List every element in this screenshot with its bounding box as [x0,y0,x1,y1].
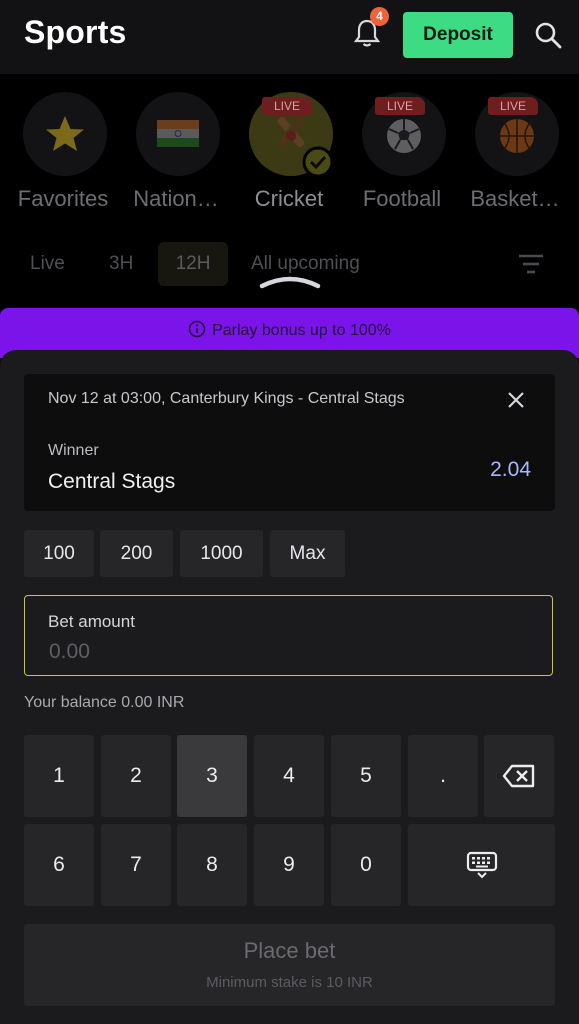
balance-text: Your balance 0.00 INR [24,694,185,711]
key-1[interactable]: 1 [24,735,94,817]
backspace-key[interactable] [484,735,554,817]
bet-amount-placeholder: 0.00 [49,640,90,663]
key-2[interactable]: 2 [101,735,171,817]
bet-amount-label: Bet amount [48,612,135,631]
match-title: Nov 12 at 03:00, Canterbury Kings - Cent… [48,390,405,407]
quick-amount-100[interactable]: 100 [24,530,94,577]
page-title: Sports [24,14,127,50]
category-national[interactable]: Nation… [121,92,231,222]
category-football[interactable]: LIVE Football [347,92,457,222]
quick-amount-200[interactable]: 200 [100,530,173,577]
key-3[interactable]: 3 [177,735,247,817]
category-basketball[interactable]: LIVE Basket… [460,92,570,222]
drag-handle-icon[interactable] [258,270,322,290]
min-stake-text: Minimum stake is 10 INR [206,974,373,991]
keyboard-icon [466,852,497,879]
category-favorites[interactable]: Favorites [8,92,118,222]
quick-amount-1000[interactable]: 1000 [180,530,263,577]
tab-12h[interactable]: 12H [158,242,228,286]
backspace-icon [502,765,535,788]
quick-amount-max[interactable]: Max [270,530,345,577]
category-label: Basket… [470,186,560,211]
selection-label: Central Stags [48,470,176,493]
key-6[interactable]: 6 [24,824,94,906]
market-label: Winner [48,442,99,459]
category-label: Football [362,186,442,211]
bet-amount-field[interactable]: Bet amount 0.00 [24,595,553,676]
key-4[interactable]: 4 [254,735,324,817]
tab-3h[interactable]: 3H [109,242,133,286]
close-icon[interactable] [504,388,528,412]
key-7[interactable]: 7 [101,824,171,906]
search-icon[interactable] [533,20,563,50]
place-bet-label: Place bet [243,938,336,963]
bet-selection-card: Nov 12 at 03:00, Canterbury Kings - Cent… [24,374,555,511]
app-header: Sports 4 Deposit [0,0,579,74]
hide-keypad-key[interactable] [408,824,555,906]
key-9[interactable]: 9 [254,824,324,906]
banner-text: Parlay bonus up to 100% [212,322,391,339]
filter-icon[interactable] [517,252,545,276]
key-decimal[interactable]: . [408,735,478,817]
live-tag: LIVE [262,97,312,115]
india-flag-icon [157,120,199,147]
live-tag: LIVE [375,97,425,115]
category-label: Favorites [17,186,109,211]
live-tag: LIVE [488,97,538,115]
notification-badge: 4 [370,7,389,26]
place-bet-button[interactable]: Place bet Minimum stake is 10 INR [24,924,555,1006]
deposit-button[interactable]: Deposit [403,12,513,58]
info-icon [188,320,206,338]
check-circle-icon [302,146,334,178]
key-8[interactable]: 8 [177,824,247,906]
star-icon [46,116,84,151]
category-cricket[interactable]: LIVE Cricket [234,92,344,222]
key-0[interactable]: 0 [331,824,401,906]
category-label: Nation… [133,186,219,211]
tab-live[interactable]: Live [30,242,65,286]
odds-value: 2.04 [490,458,531,481]
key-5[interactable]: 5 [331,735,401,817]
category-label: Cricket [254,186,324,211]
